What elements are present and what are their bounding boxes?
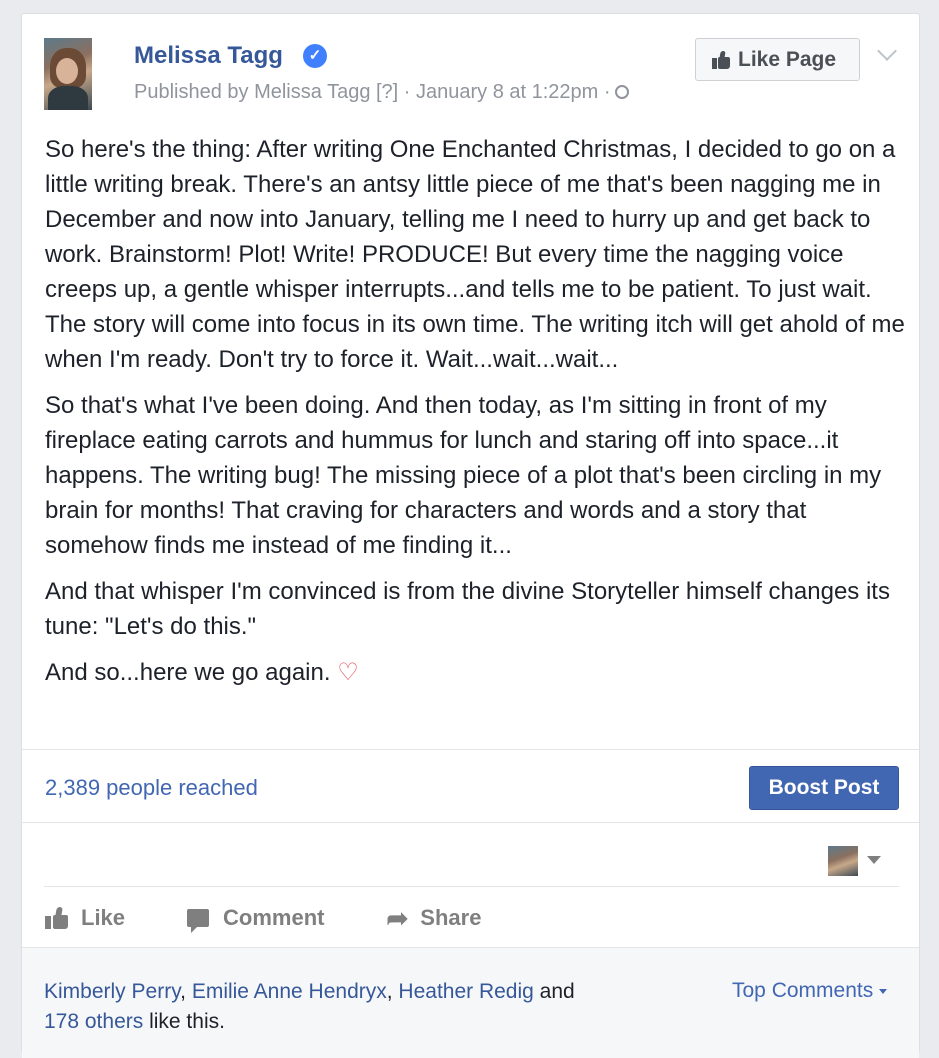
globe-icon[interactable] bbox=[614, 85, 629, 99]
action-bar: Like Comment ➦ Share bbox=[45, 901, 543, 935]
divider bbox=[44, 886, 899, 887]
heart-emoji-icon: ♡ bbox=[337, 659, 359, 686]
like-this-text: like this. bbox=[143, 1010, 225, 1033]
caret-down-icon[interactable] bbox=[867, 856, 881, 864]
others-link[interactable]: 178 others bbox=[44, 1010, 143, 1033]
top-comments-label: Top Comments bbox=[732, 979, 874, 1002]
post-body: So here's the thing: After writing One E… bbox=[45, 132, 905, 701]
comment-icon bbox=[187, 909, 210, 933]
thumbs-up-icon bbox=[712, 50, 730, 69]
post-last-line: And so...here we go again. bbox=[45, 659, 331, 686]
and-text: and bbox=[533, 980, 575, 1003]
separator: , bbox=[386, 980, 399, 1003]
comment-action[interactable]: Comment bbox=[187, 905, 325, 933]
post-paragraph: So here's the thing: After writing One E… bbox=[45, 136, 905, 373]
caret-down-icon bbox=[879, 988, 888, 994]
post-paragraph-last: And so...here we go again. ♡ bbox=[45, 655, 905, 690]
chevron-down-icon[interactable] bbox=[877, 41, 897, 61]
post-card: Melissa Tagg ✓ Published by Melissa Tagg… bbox=[21, 13, 920, 1058]
like-page-label: Like Page bbox=[738, 47, 837, 71]
divider bbox=[22, 822, 919, 823]
boost-post-button[interactable]: Boost Post bbox=[749, 766, 899, 810]
like-action[interactable]: Like bbox=[45, 905, 125, 931]
likers-text: Kimberly Perry, Emilie Anne Hendryx, Hea… bbox=[44, 977, 644, 1037]
likes-summary: Kimberly Perry, Emilie Anne Hendryx, Hea… bbox=[22, 947, 919, 1058]
author-name[interactable]: Melissa Tagg bbox=[134, 42, 283, 70]
author-avatar[interactable] bbox=[44, 38, 92, 110]
top-comments-dropdown[interactable]: Top Comments bbox=[732, 979, 888, 1003]
liker-link[interactable]: Emilie Anne Hendryx bbox=[192, 980, 387, 1003]
liker-link[interactable]: Heather Redig bbox=[398, 980, 533, 1003]
thumbs-up-icon bbox=[45, 907, 69, 929]
post-meta: Published by Melissa Tagg [?] · January … bbox=[134, 81, 629, 104]
share-action[interactable]: ➦ Share bbox=[386, 903, 481, 934]
liker-link[interactable]: Kimberly Perry bbox=[44, 980, 180, 1003]
post-paragraph: So that's what I've been doing. And then… bbox=[45, 392, 882, 559]
like-label: Like bbox=[81, 905, 126, 930]
like-page-button[interactable]: Like Page bbox=[695, 38, 860, 81]
avatar-face bbox=[56, 58, 78, 84]
commenter-avatar[interactable] bbox=[828, 846, 858, 876]
comment-label: Comment bbox=[223, 905, 325, 930]
verified-badge-icon: ✓ bbox=[303, 44, 327, 68]
share-label: Share bbox=[420, 905, 482, 930]
divider bbox=[22, 749, 919, 750]
people-reached-link[interactable]: 2,389 people reached bbox=[45, 775, 258, 801]
separator: , bbox=[180, 980, 192, 1003]
share-arrow-icon: ➦ bbox=[386, 902, 409, 933]
post-meta-text[interactable]: Published by Melissa Tagg [?] · January … bbox=[134, 81, 611, 103]
post-paragraph: And that whisper I'm convinced is from t… bbox=[45, 578, 890, 640]
avatar-body bbox=[48, 86, 88, 110]
